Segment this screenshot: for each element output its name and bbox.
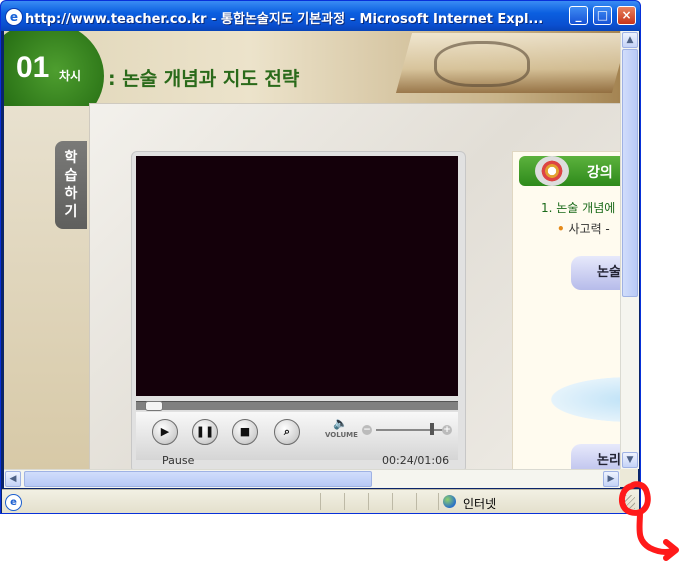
volume-thumb[interactable] bbox=[430, 423, 434, 435]
status-bar: e 인터넷 bbox=[2, 489, 639, 513]
status-divider bbox=[344, 493, 345, 510]
media-player: ▶ ❚❚ ■ ⌕ 🔈 VOLUME − + Pause 00:24/01:06 bbox=[131, 151, 466, 469]
player-controls: ▶ ❚❚ ■ ⌕ 🔈 VOLUME − + Pause 00:24/01:06 bbox=[136, 412, 458, 467]
scroll-down-button[interactable]: ▼ bbox=[622, 452, 638, 468]
volume-down-button[interactable]: − bbox=[362, 425, 372, 435]
lesson-header: 01 차시 : 논술 개념과 지도 전략 bbox=[4, 31, 620, 131]
security-zone-label: 인터넷 bbox=[463, 497, 497, 511]
study-tab[interactable]: 학 습 하 기 bbox=[55, 141, 87, 229]
vertical-scrollbar[interactable]: ▲ ▼ bbox=[620, 31, 639, 469]
status-divider bbox=[416, 493, 417, 510]
page-status-icon: e bbox=[5, 494, 22, 511]
bullet-icon: • bbox=[557, 222, 565, 236]
study-tab-char: 하 bbox=[64, 186, 78, 202]
ie-icon: e bbox=[5, 8, 23, 26]
video-screen[interactable] bbox=[136, 156, 458, 396]
title-bar[interactable]: e http://www.teacher.co.kr - 통합논술지도 기본과정… bbox=[1, 1, 640, 31]
lesson-number-suffix: 차시 bbox=[59, 69, 82, 83]
playback-status: Pause bbox=[162, 454, 195, 467]
scroll-left-button[interactable]: ◀ bbox=[5, 471, 21, 487]
pause-button[interactable]: ❚❚ bbox=[192, 419, 218, 445]
window-title: http://www.teacher.co.kr - 통합논술지도 기본과정 -… bbox=[25, 12, 544, 26]
status-divider bbox=[438, 493, 439, 510]
volume-label: VOLUME bbox=[325, 431, 358, 439]
seek-bar[interactable] bbox=[136, 401, 458, 411]
resize-annotation-arrow bbox=[619, 481, 679, 561]
minimize-button[interactable]: _ bbox=[569, 6, 588, 25]
lecture-header-label: 강의 bbox=[587, 165, 613, 181]
volume-slider[interactable] bbox=[376, 429, 448, 431]
study-tab-char: 학 bbox=[64, 150, 78, 166]
internet-zone-icon bbox=[443, 495, 456, 508]
study-tab-char: 습 bbox=[64, 168, 78, 184]
status-divider bbox=[320, 493, 321, 510]
toc-subitem-label: 사고력 - bbox=[568, 222, 610, 236]
playback-time: 00:24/01:06 bbox=[382, 454, 450, 467]
lecture-button-nonri[interactable]: 논리 bbox=[571, 444, 620, 469]
lesson-title: : 논술 개념과 지도 전략 bbox=[108, 68, 300, 90]
horizontal-scrollbar[interactable]: ◀ ▶ bbox=[4, 469, 620, 488]
status-divider bbox=[368, 493, 369, 510]
toc-subitem[interactable]: • 사고력 - bbox=[557, 220, 610, 237]
decorative-wave bbox=[551, 377, 620, 422]
vertical-scroll-thumb[interactable] bbox=[622, 49, 638, 297]
lecture-button-nonsul[interactable]: 논술 bbox=[571, 256, 620, 290]
glasses-image bbox=[434, 41, 530, 87]
lesson-number: 01 bbox=[16, 51, 50, 84]
status-divider bbox=[392, 493, 393, 510]
seek-thumb[interactable] bbox=[145, 401, 163, 411]
close-button[interactable]: × bbox=[617, 6, 636, 25]
study-tab-char: 기 bbox=[64, 204, 78, 220]
lecture-panel: 강의 1. 논술 개념에 • 사고력 - 논술 논리 bbox=[512, 151, 620, 469]
page-content: 01 차시 : 논술 개념과 지도 전략 학 습 하 기 ▶ ❚❚ ■ ⌕ 🔈 … bbox=[4, 31, 620, 469]
stop-button[interactable]: ■ bbox=[232, 419, 258, 445]
volume-up-button[interactable]: + bbox=[442, 425, 452, 435]
scroll-up-button[interactable]: ▲ bbox=[622, 32, 638, 48]
disc-icon bbox=[535, 156, 569, 186]
lecture-header: 강의 bbox=[519, 156, 620, 186]
horizontal-scroll-thumb[interactable] bbox=[24, 471, 372, 487]
maximize-button[interactable]: □ bbox=[593, 6, 612, 25]
browser-window: e http://www.teacher.co.kr - 통합논술지도 기본과정… bbox=[0, 0, 641, 514]
toc-item[interactable]: 1. 논술 개념에 bbox=[541, 199, 615, 216]
play-button[interactable]: ▶ bbox=[152, 419, 178, 445]
volume-icon[interactable]: 🔈 bbox=[333, 416, 348, 430]
zoom-button[interactable]: ⌕ bbox=[274, 419, 300, 445]
